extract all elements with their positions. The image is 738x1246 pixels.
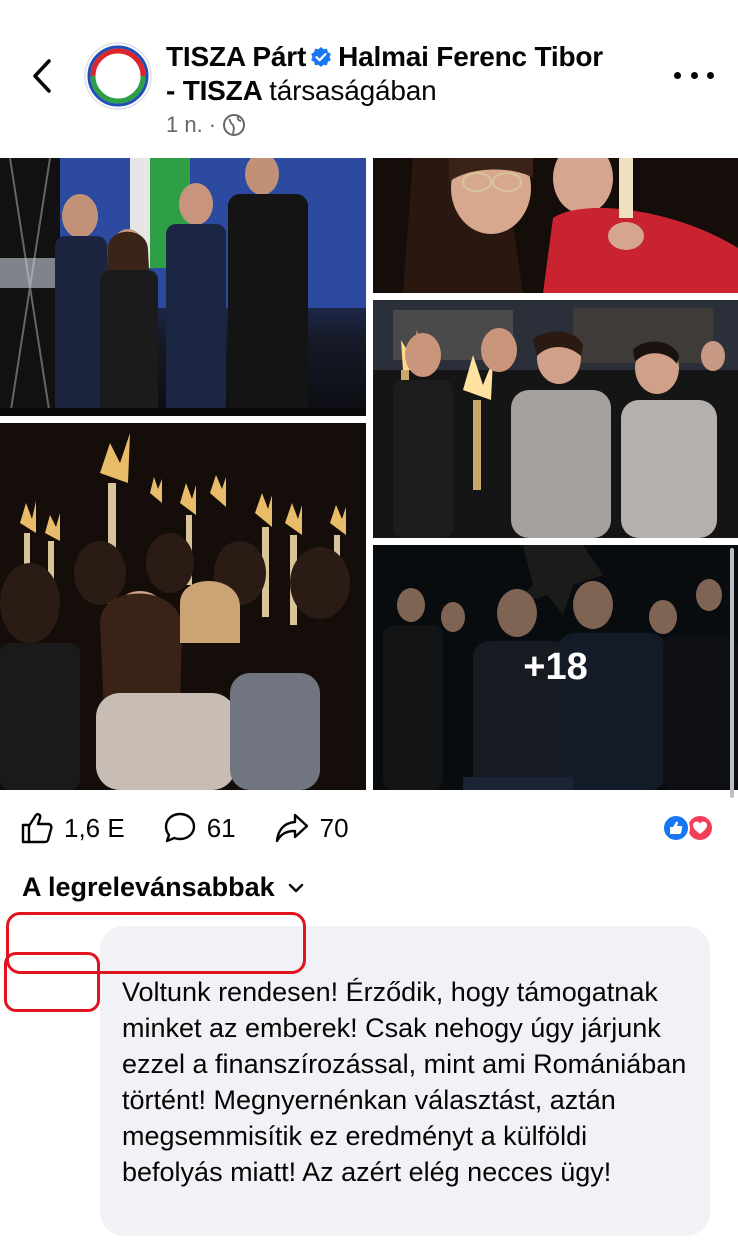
redaction-mark-avatar — [4, 952, 100, 1012]
like-count: 1,6 E — [64, 812, 125, 843]
love-reaction-icon — [686, 814, 714, 842]
photo-more-group[interactable]: +18 — [373, 545, 738, 790]
more-dot — [690, 71, 698, 79]
comment-icon — [164, 812, 195, 843]
reactions-summary[interactable] — [662, 814, 718, 844]
comment-button[interactable]: 61 — [163, 811, 236, 845]
chevron-left-icon — [33, 59, 51, 93]
thumbs-up-icon — [21, 813, 53, 844]
tagged-person-link-cont[interactable]: - TISZA — [166, 75, 262, 106]
stage-scene — [0, 158, 366, 416]
page-avatar[interactable] — [84, 42, 152, 110]
share-icon — [275, 813, 308, 843]
photo-stage[interactable] — [0, 158, 366, 416]
photo-boys-torches[interactable] — [373, 300, 738, 538]
comment-text: Voltunk rendesen! Érződik, hogy támogatn… — [122, 977, 687, 1187]
more-dot — [674, 71, 681, 79]
tisza-logo-icon — [87, 45, 149, 107]
tagged-person-link[interactable]: Halmai Ferenc Tibor — [338, 41, 603, 72]
post-meta: 1 n. · — [166, 112, 246, 138]
more-photos-count[interactable]: +18 — [373, 545, 738, 790]
with-suffix: társaságában — [269, 75, 437, 106]
photo-girls[interactable] — [373, 158, 738, 293]
crowd-scene — [0, 423, 366, 790]
comment-count: 61 — [206, 812, 236, 843]
like-reaction-icon — [662, 814, 690, 842]
meta-separator: · — [208, 112, 217, 137]
comment-sort-dropdown[interactable]: A legrelevánsabbak — [22, 872, 305, 903]
photo-crowd-torches[interactable] — [0, 423, 366, 790]
post-time[interactable]: 1 n. — [166, 112, 203, 138]
page-name-link[interactable]: TISZA Párt — [166, 41, 306, 72]
scrollbar[interactable] — [730, 548, 734, 798]
share-button[interactable]: 70 — [274, 811, 349, 845]
chevron-down-icon — [288, 883, 303, 892]
post-actions: 1,6 E 61 70 — [20, 808, 720, 848]
globe-icon — [223, 114, 246, 136]
like-button[interactable]: 1,6 E — [20, 811, 125, 845]
boys-scene — [373, 300, 738, 538]
post-header: TISZA Párt Halmai Ferenc Tibor - TISZA tá… — [166, 40, 656, 108]
more-options-button[interactable] — [674, 60, 714, 90]
verified-badge-icon — [311, 47, 331, 67]
share-count: 70 — [319, 812, 349, 843]
photo-grid: +18 — [0, 158, 738, 790]
back-button[interactable] — [22, 52, 62, 100]
more-dot — [707, 71, 714, 79]
sort-label: A legrelevánsabbak — [22, 872, 275, 902]
girls-scene — [373, 158, 738, 293]
